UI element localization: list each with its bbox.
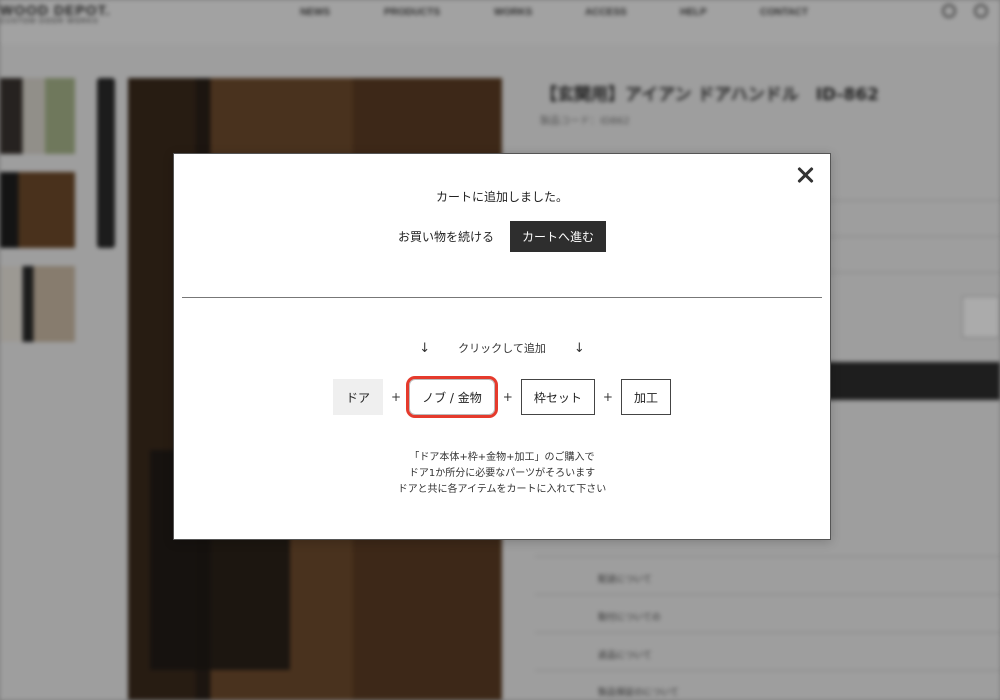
close-icon[interactable] [794, 164, 816, 186]
added-message: カートに追加しました。 [435, 190, 568, 204]
down-arrow-icon: ↓ [573, 340, 585, 356]
door-item-button[interactable]: ドア [333, 379, 384, 415]
purchase-note: 「ドア本体+枠+金物+加工」のご購入で ドア1か所分に必要なパーツがそろいます … [174, 450, 830, 498]
plus-sign: + [502, 390, 513, 404]
click-hint: ↓ クリックして追加 ↓ [174, 340, 830, 356]
modal-actions: お買い物を続ける カートへ進む [174, 221, 830, 252]
click-hint-text: クリックして追加 [458, 342, 546, 355]
continue-shopping-link[interactable]: お買い物を続ける [398, 228, 494, 245]
plus-sign: + [602, 390, 613, 404]
modal-divider [182, 297, 822, 298]
go-to-cart-button[interactable]: カートへ進む [510, 221, 607, 252]
processing-item-button[interactable]: 加工 [620, 379, 671, 415]
frame-set-item-button[interactable]: 枠セット [520, 379, 595, 415]
down-arrow-icon: ↓ [419, 340, 431, 356]
plus-sign: + [391, 390, 402, 404]
note-line: ドア1か所分に必要なパーツがそろいます [408, 468, 596, 479]
item-combination: ドア + ノブ / 金物 + 枠セット + 加工 [174, 376, 830, 418]
note-line: 「ドア本体+枠+金物+加工」のご購入で [409, 452, 595, 463]
added-to-cart-modal: カートに追加しました。 お買い物を続ける カートへ進む ↓ クリックして追加 ↓… [173, 153, 831, 540]
knob-hardware-item-button[interactable]: ノブ / 金物 [406, 376, 498, 418]
note-line: ドアと共に各アイテムをカートに入れて下さい [397, 484, 607, 495]
